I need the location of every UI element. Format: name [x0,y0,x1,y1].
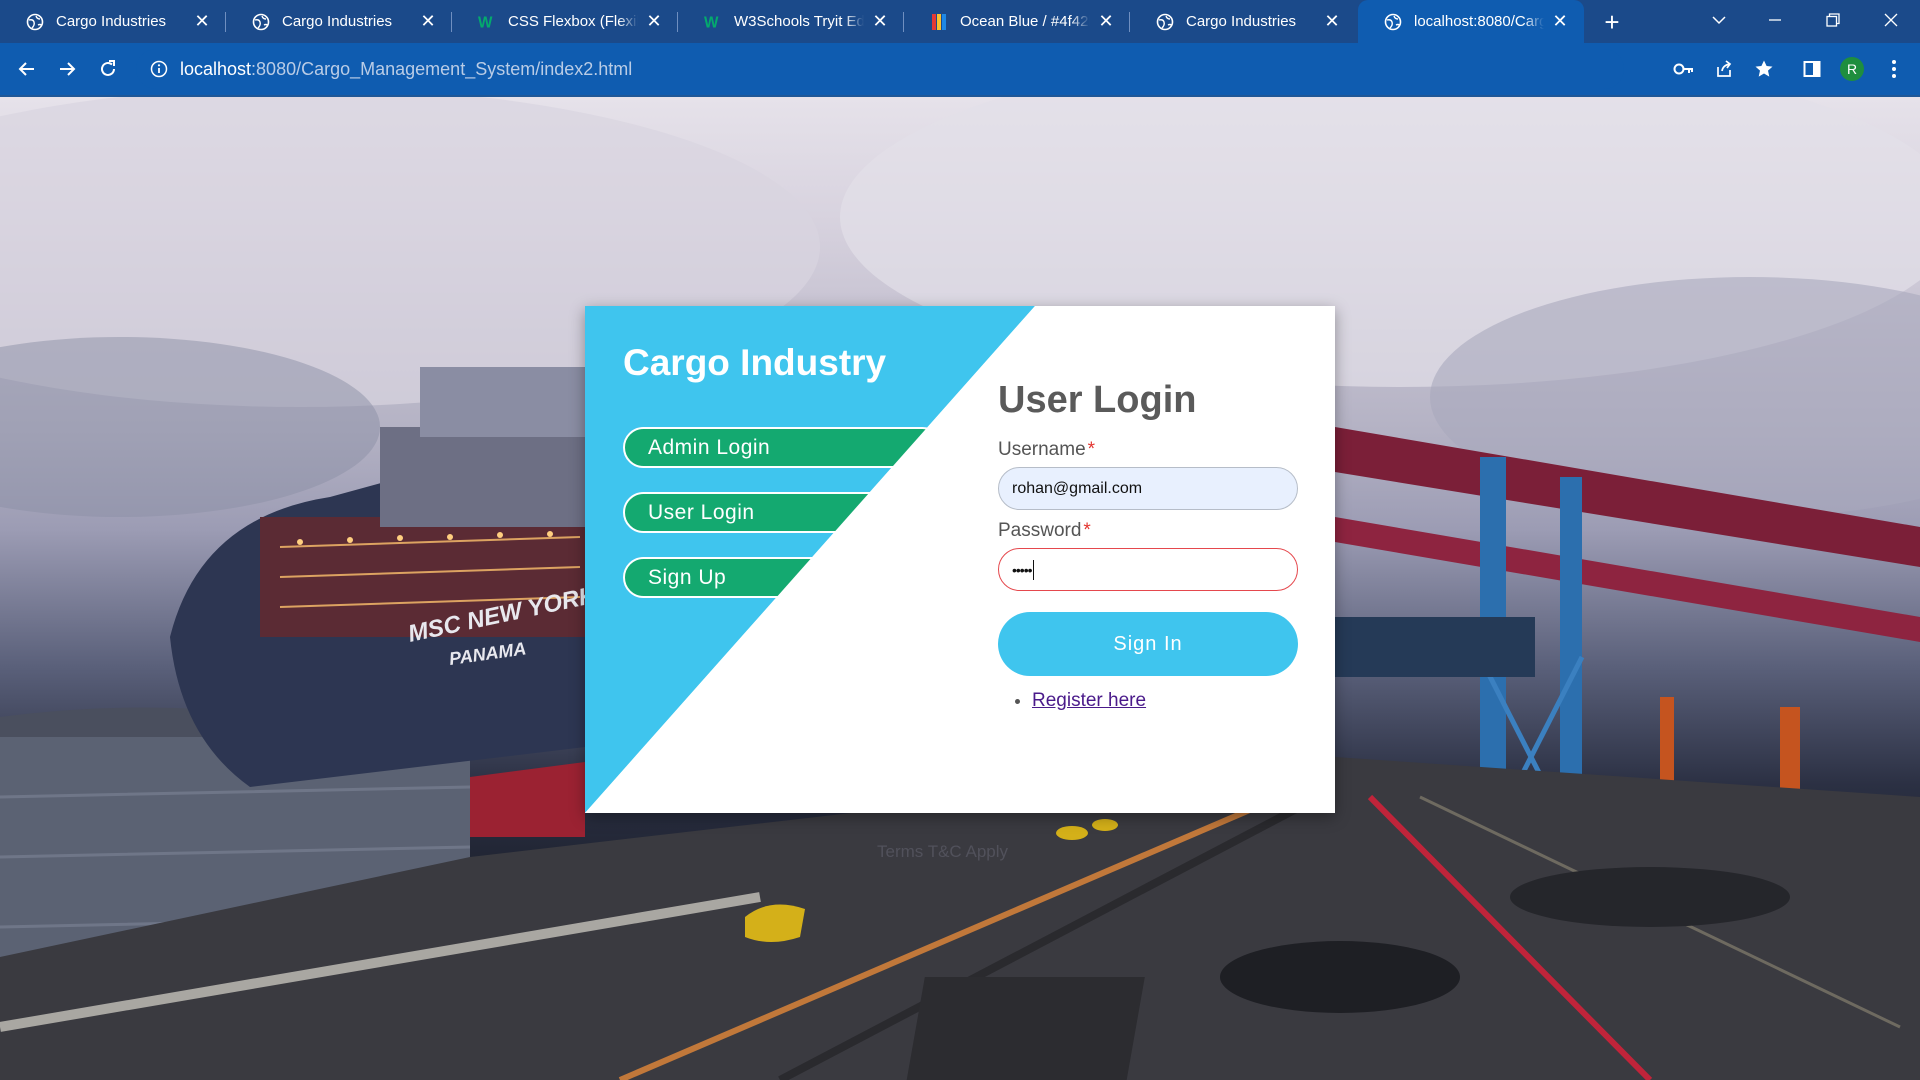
text-cursor [1032,559,1034,580]
browser-tab[interactable]: Cargo Industries ✕ [0,0,226,43]
w3schools-icon: W [704,13,722,31]
site-info-icon[interactable] [150,60,168,78]
back-arrow-icon[interactable] [11,53,43,85]
browser-tab-active[interactable]: localhost:8080/Cargo_ ✕ [1358,0,1584,43]
required-marker: * [1083,520,1091,541]
password-label-text: Password [998,520,1082,541]
register-list: Register here [998,690,1146,712]
username-label-text: Username [998,439,1086,460]
login-card: Cargo Industry Admin Login User Login Si… [585,306,1335,813]
tab-title: Cargo Industries [282,13,393,30]
page-viewport: MSC NEW YORK PANAMA Cargo Industry Admin… [0,97,1920,1080]
restore-icon[interactable] [1810,0,1856,40]
required-marker: * [1087,439,1096,460]
password-dots: ••••• [1012,561,1032,578]
username-label: Username * [998,439,1095,461]
tab-title: localhost:8080/Cargo_ [1414,13,1544,30]
browser-tab[interactable]: W CSS Flexbox (Flexible ✕ [452,0,678,43]
globe-icon [26,13,44,31]
password-label: Password * [998,520,1091,542]
password-input[interactable]: ••••• [998,548,1298,591]
url-text: localhost:8080/Cargo_Management_System/i… [180,59,632,80]
share-icon[interactable] [1708,53,1740,85]
sign-in-button[interactable]: Sign In [998,612,1298,676]
tab-title: Cargo Industries [1186,13,1297,30]
browser-tab-bar: Cargo Industries ✕ Cargo Industries ✕ W … [0,0,1920,43]
username-input[interactable] [998,467,1298,510]
browser-tab[interactable]: Cargo Industries ✕ [226,0,452,43]
browser-tab[interactable]: W W3Schools Tryit Edito ✕ [678,0,904,43]
tab-search-icon[interactable] [1696,0,1742,40]
url-host: localhost [180,58,252,79]
close-tab-icon[interactable]: ✕ [1096,11,1116,32]
minimize-icon[interactable] [1752,0,1798,40]
side-panel-icon[interactable] [1796,53,1828,85]
browser-toolbar: localhost:8080/Cargo_Management_System/i… [0,43,1920,95]
close-tab-icon[interactable]: ✕ [1550,11,1570,32]
more-menu-icon[interactable] [1878,53,1910,85]
close-tab-icon[interactable]: ✕ [870,11,890,32]
close-tab-icon[interactable]: ✕ [644,11,664,32]
tab-title: Cargo Industries [56,13,167,30]
reload-icon[interactable] [92,53,124,85]
browser-tab[interactable]: Ocean Blue / #4f42b5 ✕ [904,0,1130,43]
browser-tab[interactable]: Cargo Industries ✕ [1130,0,1356,43]
register-link[interactable]: Register here [1032,690,1146,711]
terms-text: Terms T&C Apply [877,842,1009,861]
globe-icon [1156,13,1174,31]
close-tab-icon[interactable]: ✕ [192,11,212,32]
tab-title: Ocean Blue / #4f42b5 [960,13,1090,30]
close-window-icon[interactable] [1868,0,1914,40]
tab-title: CSS Flexbox (Flexible [508,13,638,30]
new-tab-button[interactable]: + [1596,6,1628,38]
w3schools-icon: W [478,13,496,31]
address-bar[interactable]: localhost:8080/Cargo_Management_System/i… [136,49,1624,89]
globe-icon [1384,13,1402,31]
profile-initial: R [1840,57,1864,81]
svg-text:W: W [704,14,719,30]
globe-icon [252,13,270,31]
login-title: User Login [998,379,1197,421]
close-tab-icon[interactable]: ✕ [1322,11,1342,32]
profile-avatar[interactable]: R [1836,53,1868,85]
forward-arrow-icon[interactable] [51,53,83,85]
key-icon[interactable] [1668,53,1700,85]
list-item: Register here [1032,690,1146,712]
color-palette-icon [930,13,948,31]
svg-text:W: W [478,14,493,30]
tab-title: W3Schools Tryit Edito [734,13,864,30]
url-path: :8080/Cargo_Management_System/index2.htm… [251,58,633,79]
bookmark-star-icon[interactable] [1748,53,1780,85]
close-tab-icon[interactable]: ✕ [418,11,438,32]
